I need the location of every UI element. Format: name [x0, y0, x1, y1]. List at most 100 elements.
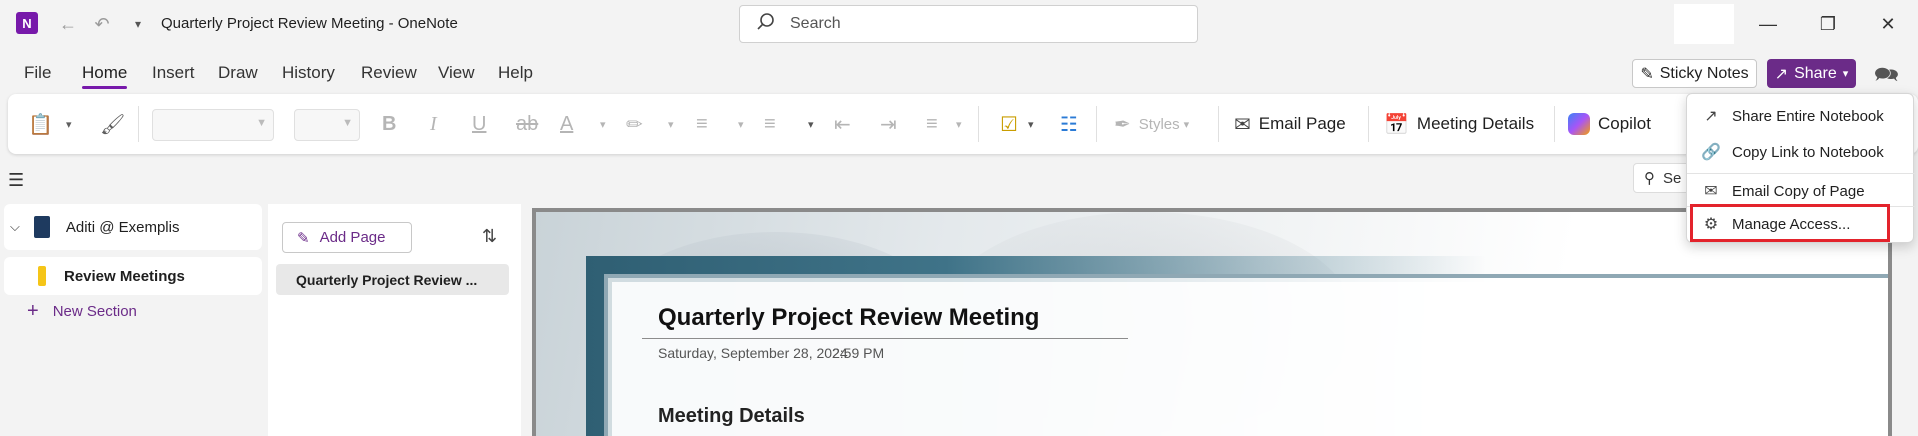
share-label: Share — [1794, 64, 1837, 82]
ribbon-divider — [1096, 106, 1097, 142]
menu-item-label: Share Entire Notebook — [1732, 107, 1884, 125]
tab-file[interactable]: File — [24, 63, 51, 83]
underline-icon[interactable]: U — [472, 108, 486, 140]
italic-icon[interactable]: I — [430, 108, 437, 140]
envelope-icon: ✉ — [1704, 183, 1718, 200]
close-icon[interactable]: ✕ — [1868, 10, 1908, 38]
bullet-list-icon[interactable]: ≡ — [696, 108, 708, 140]
hamburger-menu-icon[interactable]: ☰ — [8, 170, 24, 191]
back-icon[interactable]: ← — [56, 12, 80, 36]
todo-tag-icon[interactable]: ☑ — [1000, 108, 1018, 140]
chevron-down-icon[interactable]: ⌵ — [10, 219, 20, 235]
window-title: Quarterly Project Review Meeting - OneNo… — [161, 15, 458, 32]
notebook-selector[interactable]: ⌵ Aditi @ Exemplis — [4, 204, 262, 250]
chevron-down-icon: ▾ — [1842, 68, 1849, 80]
highlighter-icon[interactable]: ✏ — [626, 108, 643, 140]
styles-button[interactable]: ✒ Styles ▾ — [1114, 108, 1189, 140]
tab-view[interactable]: View — [438, 63, 475, 83]
section-tab-icon — [38, 266, 46, 286]
chevron-down-icon: ▼ — [342, 117, 353, 129]
menu-item-email-copy[interactable]: ✉ Email Copy of Page — [1687, 174, 1915, 208]
indent-icon[interactable]: ⇥ — [880, 108, 897, 140]
highlight-dropdown-icon[interactable]: ▾ — [668, 108, 674, 140]
tab-draw[interactable]: Draw — [218, 63, 258, 83]
tab-help[interactable]: Help — [498, 63, 533, 83]
share-notebook-icon: ↗ — [1704, 108, 1718, 125]
meeting-details-button[interactable]: 📅 Meeting Details — [1384, 108, 1534, 140]
tab-insert[interactable]: Insert — [152, 63, 195, 83]
outdent-icon[interactable]: ⇤ — [834, 108, 851, 140]
ribbon-divider — [1368, 106, 1369, 142]
menu-item-share-notebook[interactable]: ↗ Share Entire Notebook — [1687, 99, 1915, 133]
numbered-dropdown-icon[interactable]: ▾ — [808, 108, 814, 140]
tab-home[interactable]: Home — [82, 63, 128, 89]
pages-pane: ✎ Add Page ⇅ Quarterly Project Review ..… — [268, 204, 521, 436]
menu-item-label: Email Copy of Page — [1732, 182, 1865, 200]
find-tags-icon[interactable]: ☷ — [1060, 108, 1078, 140]
menu-tabs: File Home Insert Draw History Review Vie… — [0, 56, 1918, 92]
ribbon-divider — [138, 106, 139, 142]
page-date: Saturday, September 28, 2024 — [658, 345, 848, 361]
restore-icon[interactable]: ❐ — [1808, 10, 1848, 38]
font-color-dropdown-icon[interactable]: ▾ — [600, 108, 606, 140]
bold-icon[interactable]: B — [382, 108, 396, 140]
sticky-notes-label: Sticky Notes — [1659, 64, 1749, 82]
page-title[interactable]: Quarterly Project Review Meeting — [658, 304, 1039, 332]
quick-access-dropdown-icon[interactable]: ▾ — [126, 12, 150, 36]
font-family-select[interactable]: ▼ — [152, 109, 274, 141]
account-avatar[interactable] — [1674, 4, 1734, 44]
undo-icon[interactable]: ↶ — [90, 12, 114, 36]
sticky-notes-button[interactable]: ✎ Sticky Notes — [1632, 59, 1757, 88]
search-icon — [756, 12, 778, 37]
add-page-button[interactable]: ✎ Add Page — [282, 222, 412, 253]
tab-history[interactable]: History — [282, 63, 335, 83]
section-review-meetings[interactable]: Review Meetings — [4, 257, 262, 295]
highlight-box — [1690, 204, 1890, 242]
strikethrough-icon[interactable]: ab — [516, 108, 538, 140]
tag-dropdown-icon[interactable]: ▾ — [1028, 108, 1034, 140]
share-icon: ↗ — [1774, 65, 1789, 83]
align-dropdown-icon[interactable]: ▾ — [956, 108, 962, 140]
notebook-icon — [33, 216, 50, 238]
link-icon: 🔗 — [1701, 144, 1721, 161]
ribbon-toolbar: 📋 ▾ 🖌 ▼ ▼ B I U ab A ▾ ✏ ▾ ≡ ▾ ≡ ▾ ⇤ ⇥ ≡… — [8, 94, 1918, 154]
email-page-label: Email Page — [1258, 114, 1346, 133]
bullet-dropdown-icon[interactable]: ▾ — [738, 108, 744, 140]
sort-icon[interactable]: ⇅ — [482, 226, 497, 247]
font-size-select[interactable]: ▼ — [294, 109, 360, 141]
copilot-button[interactable]: Copilot — [1568, 108, 1651, 140]
numbered-list-icon[interactable]: ≡ — [764, 108, 776, 140]
new-section-label: New Section — [52, 303, 137, 320]
share-button[interactable]: ↗ Share ▾ — [1767, 59, 1856, 88]
search-input[interactable]: Search — [739, 5, 1198, 43]
tab-review[interactable]: Review — [361, 63, 417, 83]
onenote-logo-icon: N — [16, 12, 38, 34]
meeting-details-label: Meeting Details — [1416, 114, 1535, 133]
page-list-item[interactable]: Quarterly Project Review ... — [276, 264, 509, 295]
new-section-button[interactable]: + New Section — [27, 300, 137, 323]
minimize-icon[interactable]: — — [1748, 10, 1788, 38]
font-color-icon[interactable]: A — [560, 108, 573, 140]
ribbon-divider — [978, 106, 979, 142]
ribbon-divider — [1554, 106, 1555, 142]
feedback-icon[interactable]: 🗪 — [1874, 60, 1899, 94]
format-painter-icon[interactable]: 🖌 — [100, 108, 125, 140]
note-heading[interactable]: Meeting Details — [658, 405, 805, 428]
search-placeholder: Search — [790, 15, 841, 32]
sticky-note-icon: ✎ — [1640, 65, 1654, 83]
menu-item-copy-link[interactable]: 🔗 Copy Link to Notebook — [1687, 135, 1915, 169]
styles-icon: ✒ — [1114, 113, 1131, 136]
title-underline — [642, 338, 1128, 339]
email-page-button[interactable]: ✉ Email Page — [1234, 108, 1346, 140]
paste-icon[interactable]: 📋 — [28, 108, 53, 140]
add-page-label: Add Page — [319, 229, 386, 246]
page-search-input[interactable]: ⚲ Se — [1633, 163, 1693, 193]
align-icon[interactable]: ≡ — [926, 108, 938, 140]
paste-dropdown-icon[interactable]: ▾ — [66, 108, 72, 140]
chevron-down-icon: ▾ — [1183, 118, 1190, 131]
menu-item-label: Copy Link to Notebook — [1732, 143, 1884, 161]
plus-icon: + — [27, 300, 39, 322]
styles-label: Styles — [1138, 115, 1180, 133]
notebook-pane: ⌵ Aditi @ Exemplis Review Meetings + New… — [0, 204, 262, 436]
copilot-icon — [1568, 113, 1590, 135]
